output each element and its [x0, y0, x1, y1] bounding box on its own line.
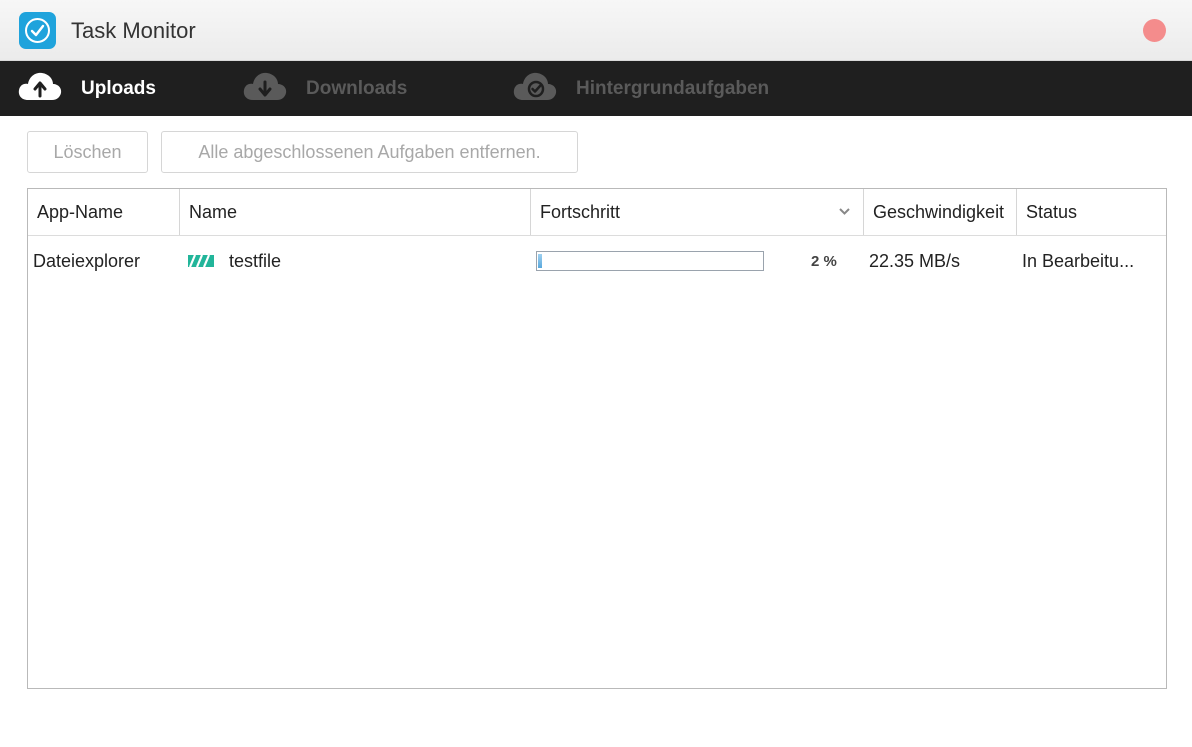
tab-downloads[interactable]: Downloads: [242, 61, 407, 116]
cloud-check-icon: [512, 69, 558, 108]
cloud-download-icon: [242, 69, 288, 108]
remove-completed-button[interactable]: Alle abgeschlossenen Aufgaben entfernen.: [161, 131, 578, 173]
tab-bar: Uploads Downloads Hintergrundaufgaben: [0, 61, 1192, 177]
column-header-app-name[interactable]: App-Name: [28, 189, 180, 235]
column-header-status[interactable]: Status: [1017, 189, 1166, 235]
task-table: App-Name Name Fortschritt Geschwindigkei…: [27, 188, 1167, 689]
column-header-name[interactable]: Name: [180, 189, 531, 235]
window-title: Task Monitor: [71, 18, 196, 43]
clear-button[interactable]: Löschen: [27, 131, 148, 173]
speed-cell: 22.35 MB/s: [869, 250, 961, 271]
column-header-speed[interactable]: Geschwindigkeit: [864, 189, 1017, 235]
title-bar: Task Monitor: [0, 0, 1192, 61]
tab-label: Downloads: [306, 77, 408, 99]
upload-stripes-icon: [188, 254, 214, 268]
tab-background-tasks[interactable]: Hintergrundaufgaben: [512, 61, 769, 116]
cloud-upload-icon: [17, 69, 63, 108]
progress-bar: [536, 251, 764, 271]
progress-cell: 2 %: [536, 237, 856, 285]
file-name: testfile: [229, 250, 282, 271]
column-header-progress[interactable]: Fortschritt: [531, 189, 864, 235]
sort-down-icon: [839, 208, 850, 215]
progress-percent: 2 %: [811, 252, 837, 270]
column-header-label: Fortschritt: [540, 201, 621, 222]
tab-uploads[interactable]: Uploads: [17, 61, 156, 116]
table-row[interactable]: Dateiexplorer testfile 2 % 22.35 MB/s In…: [28, 237, 1166, 285]
progress-bar-fill: [538, 254, 542, 268]
file-name-cell: testfile: [188, 237, 528, 285]
close-window-button[interactable]: [1143, 19, 1166, 42]
tab-label: Hintergrundaufgaben: [576, 77, 770, 99]
table-header: App-Name Name Fortschritt Geschwindigkei…: [28, 189, 1166, 236]
app-name-cell: Dateiexplorer: [33, 250, 141, 271]
status-cell: In Bearbeitu...: [1022, 250, 1135, 271]
tab-label: Uploads: [81, 77, 156, 99]
app-logo-icon: [19, 12, 56, 49]
